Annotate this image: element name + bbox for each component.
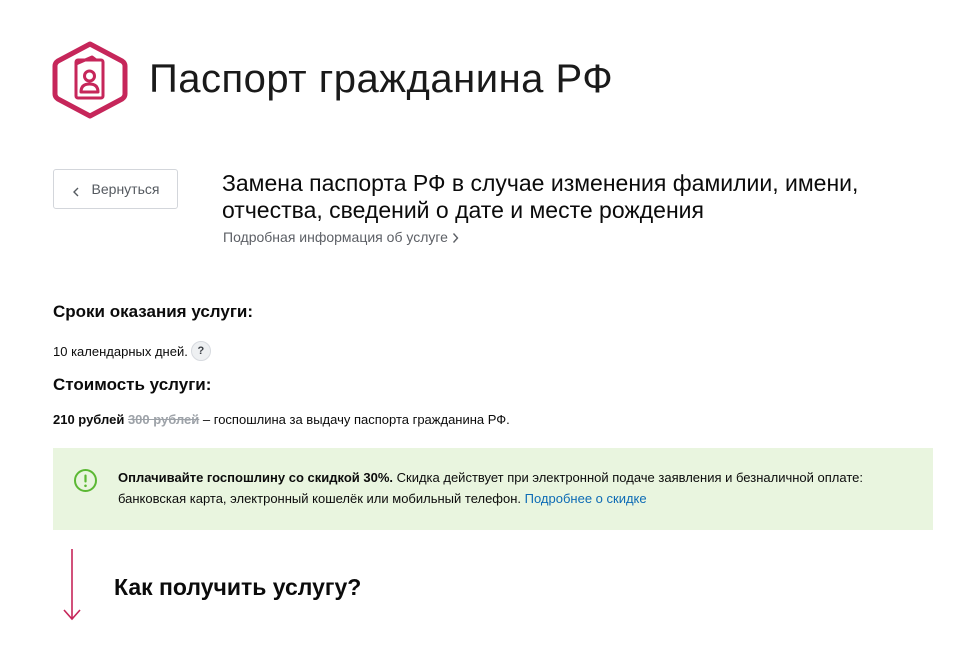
exclamation-circle-icon	[73, 468, 98, 493]
timing-value-row: 10 календарных дней. ?	[53, 341, 211, 361]
discount-details-link[interactable]: Подробнее о скидке	[525, 491, 647, 506]
back-button-label: Вернуться	[91, 181, 160, 197]
chevron-left-icon	[72, 184, 80, 197]
service-heading: Замена паспорта РФ в случае изменения фа…	[222, 170, 859, 223]
discount-notice: Оплачивайте госпошлину со скидкой 30%. С…	[53, 448, 933, 530]
price-old: 300 рублей	[127, 412, 200, 427]
page-title: Паспорт гражданина РФ	[149, 57, 614, 101]
chevron-right-icon	[452, 231, 459, 243]
how-to-get-title: Как получить услугу?	[114, 574, 362, 600]
cost-description: – госпошлина за выдачу паспорта граждани…	[199, 412, 510, 427]
price-new: 210 рублей	[53, 412, 125, 427]
timing-value: 10 календарных дней.	[53, 343, 188, 359]
back-button[interactable]: Вернуться	[53, 169, 178, 209]
cost-title: Стоимость услуги:	[53, 375, 212, 394]
help-icon[interactable]: ?	[190, 341, 211, 361]
passport-hexagon-icon	[52, 41, 128, 119]
notice-bold-text: Оплачивайте госпошлину со скидкой 30%.	[118, 470, 394, 485]
service-details-label: Подробная информация об услуге	[223, 229, 448, 245]
cost-value-row: 210 рублей 300 рублей – госпошлина за вы…	[53, 412, 510, 427]
timing-title: Сроки оказания услуги:	[53, 302, 254, 321]
arrow-down-icon	[62, 548, 82, 622]
service-details-link[interactable]: Подробная информация об услуге	[223, 229, 459, 245]
notice-text: Оплачивайте госпошлину со скидкой 30%. С…	[118, 467, 908, 509]
